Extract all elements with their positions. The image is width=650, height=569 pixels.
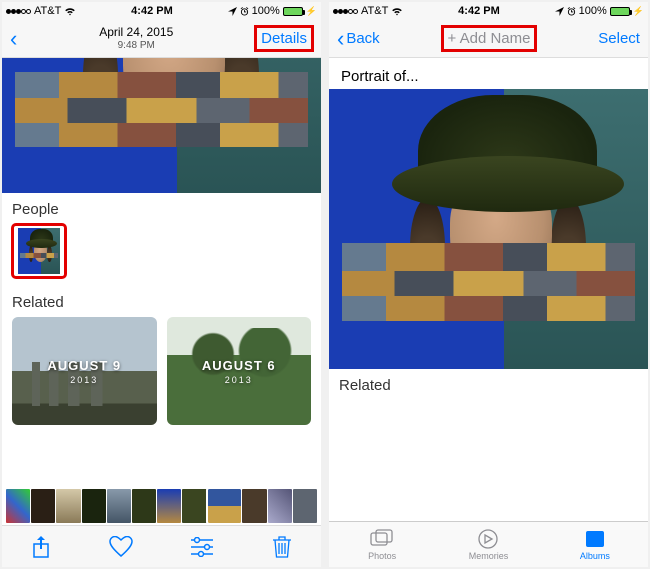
filmstrip-thumb[interactable] [56, 489, 80, 523]
filmstrip-thumb[interactable] [157, 489, 181, 523]
wifi-icon [391, 7, 403, 16]
related-heading: Related [12, 294, 311, 311]
nav-title-date: April 24, 2015 [99, 25, 173, 39]
back-label: Back [346, 30, 379, 47]
people-heading: People [12, 201, 311, 218]
alarm-icon [567, 7, 576, 16]
location-icon [555, 7, 564, 16]
filmstrip-thumb[interactable] [107, 489, 131, 523]
filmstrip-thumb[interactable] [242, 489, 266, 523]
bottom-toolbar [2, 525, 321, 567]
heart-icon[interactable] [109, 536, 133, 558]
filmstrip-thumb[interactable] [268, 489, 292, 523]
related-card[interactable]: AUGUST 6 2013 [167, 317, 312, 425]
status-bar: AT&T 4:42 PM 100% ⚡ [2, 2, 321, 20]
share-icon[interactable] [31, 535, 51, 559]
chevron-left-icon: ‹ [10, 26, 17, 52]
charging-icon: ⚡ [633, 6, 644, 17]
filmstrip-thumb-current[interactable] [208, 489, 242, 523]
signal-dots-icon [6, 5, 31, 17]
tab-photos[interactable]: Photos [329, 522, 435, 567]
location-icon [228, 7, 237, 16]
filmstrip-thumb[interactable] [31, 489, 55, 523]
select-button[interactable]: Select [598, 30, 640, 47]
back-button[interactable]: ‹ Back [337, 26, 380, 52]
portrait-photo [329, 89, 648, 369]
battery-icon [283, 7, 303, 16]
filmstrip-thumb[interactable] [82, 489, 106, 523]
filmstrip-thumb[interactable] [132, 489, 156, 523]
signal-dots-icon [333, 5, 358, 17]
tab-albums[interactable]: Albums [542, 522, 648, 567]
wifi-icon [64, 7, 76, 16]
tab-memories[interactable]: Memories [435, 522, 541, 567]
details-button[interactable]: Details [255, 26, 313, 51]
photo-hero[interactable] [2, 58, 321, 193]
memories-icon [476, 528, 500, 550]
alarm-icon [240, 7, 249, 16]
status-bar: AT&T 4:42 PM 100% ⚡ [329, 2, 648, 20]
chevron-left-icon: ‹ [337, 26, 344, 52]
filmstrip-thumb[interactable] [293, 489, 317, 523]
related-section: Related [329, 369, 648, 408]
clock-label: 4:42 PM [131, 5, 173, 17]
phone-left: AT&T 4:42 PM 100% ⚡ ‹ April 24, 2015 9:4… [2, 2, 321, 567]
carrier-label: AT&T [361, 5, 388, 17]
people-thumbnail[interactable] [12, 224, 66, 278]
nav-title-time: 9:48 PM [99, 40, 173, 52]
portrait-subtitle: Portrait of... [329, 58, 648, 89]
nav-title: April 24, 2015 9:48 PM [99, 25, 173, 51]
people-section: People [2, 193, 321, 286]
photos-icon [370, 528, 394, 550]
filmstrip[interactable] [2, 487, 321, 525]
portrait-photo [2, 58, 321, 193]
photo-hero[interactable] [329, 89, 648, 369]
trash-icon[interactable] [272, 535, 292, 559]
filmstrip-thumb[interactable] [182, 489, 206, 523]
add-name-button[interactable]: + Add Name [442, 26, 537, 51]
related-card-label: AUGUST 9 2013 [47, 358, 121, 385]
phone-right: AT&T 4:42 PM 100% ⚡ ‹ Back + Add Name Se… [329, 2, 648, 567]
carrier-label: AT&T [34, 5, 61, 17]
add-name-label: + Add Name [448, 30, 531, 47]
related-section: Related AUGUST 9 2013 AUGUST 6 2013 [2, 286, 321, 433]
related-card[interactable]: AUGUST 9 2013 [12, 317, 157, 425]
details-label: Details [261, 30, 307, 47]
tab-label: Memories [469, 551, 509, 561]
battery-icon [610, 7, 630, 16]
battery-pct-label: 100% [579, 5, 607, 17]
tab-bar: Photos Memories Albums [329, 521, 648, 567]
filmstrip-thumb[interactable] [6, 489, 30, 523]
sliders-icon[interactable] [190, 537, 214, 557]
tab-label: Photos [368, 551, 396, 561]
charging-icon: ⚡ [306, 6, 317, 17]
select-label: Select [598, 30, 640, 47]
clock-label: 4:42 PM [458, 5, 500, 17]
related-card-label: AUGUST 6 2013 [202, 358, 276, 385]
portrait-photo [18, 228, 60, 274]
albums-icon [583, 528, 607, 550]
related-heading: Related [339, 377, 638, 394]
nav-bar: ‹ April 24, 2015 9:48 PM Details [2, 20, 321, 58]
nav-bar: ‹ Back + Add Name Select [329, 20, 648, 58]
battery-pct-label: 100% [252, 5, 280, 17]
back-button[interactable]: ‹ [10, 26, 17, 52]
tab-label: Albums [580, 551, 610, 561]
